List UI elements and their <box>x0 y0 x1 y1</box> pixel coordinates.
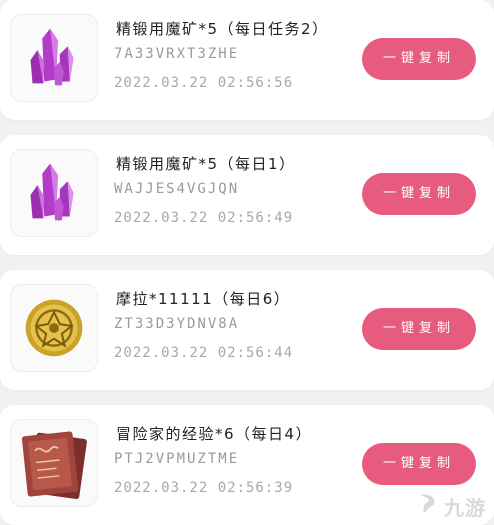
redeem-code: PTJ2VPMUZTME <box>114 451 240 467</box>
timestamp: 2022.03.22 02:56:39 <box>114 480 294 496</box>
list-item: 精锻用魔矿*5（每日任务2） 7A33VRXT3ZHE 2022.03.22 0… <box>0 0 494 120</box>
copy-button[interactable]: 一键复制 <box>362 38 476 80</box>
redeem-code: ZT33D3YDNV8A <box>114 316 240 332</box>
mora-coin-icon <box>10 284 98 372</box>
timestamp: 2022.03.22 02:56:56 <box>114 75 294 91</box>
reward-title: 摩拉*11111（每日6） <box>116 290 291 308</box>
redeem-code: 7A33VRXT3ZHE <box>114 46 240 62</box>
reward-title: 精锻用魔矿*5（每日任务2） <box>116 20 329 38</box>
purple-crystal-icon <box>10 149 98 237</box>
reward-title: 精锻用魔矿*5（每日1） <box>116 155 296 173</box>
watermark: 九游 <box>414 491 486 521</box>
copy-button[interactable]: 一键复制 <box>362 173 476 215</box>
jiuyou-logo-icon <box>414 491 440 521</box>
watermark-text: 九游 <box>444 495 486 520</box>
redeem-code: WAJJES4VGJQN <box>114 181 240 197</box>
purple-crystal-icon <box>10 14 98 102</box>
copy-button[interactable]: 一键复制 <box>362 308 476 350</box>
timestamp: 2022.03.22 02:56:44 <box>114 345 294 361</box>
list-item: 摩拉*11111（每日6） ZT33D3YDNV8A 2022.03.22 02… <box>0 270 494 390</box>
copy-button[interactable]: 一键复制 <box>362 443 476 485</box>
adventurer-book-icon <box>10 419 98 507</box>
list-item: 精锻用魔矿*5（每日1） WAJJES4VGJQN 2022.03.22 02:… <box>0 135 494 255</box>
reward-title: 冒险家的经验*6（每日4） <box>116 425 313 443</box>
timestamp: 2022.03.22 02:56:49 <box>114 210 294 226</box>
